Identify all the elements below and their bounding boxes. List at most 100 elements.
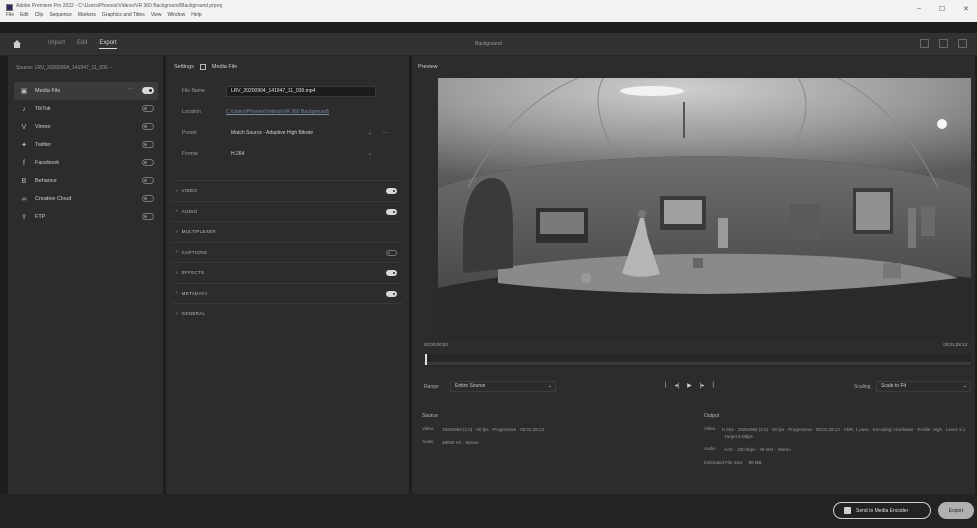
chevron-down-icon: ⌄ bbox=[367, 129, 372, 136]
scaling-dropdown[interactable]: Scale to Fit ⌄ bbox=[876, 381, 971, 392]
section-toggle[interactable] bbox=[386, 270, 397, 276]
menu-bar: File Edit Clip Sequence Markers Graphics… bbox=[6, 12, 202, 18]
maximize-button[interactable]: ☐ bbox=[939, 5, 945, 13]
chevron-right-icon[interactable]: › bbox=[176, 188, 178, 194]
destination-facebook[interactable]: f Facebook bbox=[14, 154, 158, 172]
send-to-media-encoder-button[interactable]: Send to Media Encoder bbox=[833, 502, 931, 519]
file-name-row: File Name LRV_20200904_141947_11_036.mp4 bbox=[182, 85, 376, 97]
preview-panel: Preview 00;00;00;00 00;01;28;13 Range En… bbox=[412, 56, 975, 494]
section-general[interactable]: › GENERAL bbox=[172, 303, 403, 324]
destination-media-file[interactable]: ▣ Media File ··· bbox=[14, 82, 158, 100]
section-label: CAPTIONS bbox=[181, 249, 208, 255]
preset-more-button[interactable]: ··· bbox=[382, 130, 388, 136]
destination-toggle[interactable] bbox=[142, 213, 154, 220]
preview-title: Preview bbox=[418, 64, 438, 70]
destination-toggle[interactable] bbox=[142, 141, 154, 148]
menu-help[interactable]: Help bbox=[191, 12, 201, 18]
mark-out-icon[interactable]: | bbox=[712, 382, 714, 389]
premiere-app-icon bbox=[6, 4, 13, 11]
destination-toggle[interactable] bbox=[142, 123, 154, 130]
preset-dropdown[interactable]: Match Source - Adaptive High Bitrate ⌄ bbox=[226, 127, 376, 139]
section-label: AUDIO bbox=[181, 208, 198, 214]
twitter-icon: ✦ bbox=[21, 142, 27, 149]
source-label[interactable]: Source: LRV_20200904_141947_11_036 ··· bbox=[16, 65, 114, 71]
export-button[interactable]: Export bbox=[938, 502, 974, 519]
destination-toggle[interactable] bbox=[142, 105, 154, 112]
settings-header: Settings Media File bbox=[174, 64, 237, 70]
file-name-input[interactable]: LRV_20200904_141947_11_036.mp4 bbox=[226, 85, 376, 97]
step-forward-icon[interactable]: |▸ bbox=[700, 382, 705, 389]
creative-cloud-icon: ∞ bbox=[21, 195, 27, 203]
menu-view[interactable]: View bbox=[151, 12, 162, 18]
menu-file[interactable]: File bbox=[6, 12, 14, 18]
section-multiplexer[interactable]: › MULTIPLEXER bbox=[172, 221, 403, 242]
chevron-right-icon[interactable]: › bbox=[176, 311, 178, 317]
section-captions[interactable]: › CAPTIONS bbox=[172, 241, 403, 263]
header-right-icons bbox=[920, 39, 967, 48]
section-video[interactable]: › VIDEO bbox=[172, 180, 403, 201]
output-info-title: Output bbox=[704, 413, 720, 419]
location-label: Location bbox=[182, 109, 201, 115]
destination-toggle[interactable] bbox=[142, 159, 154, 166]
section-toggle[interactable] bbox=[386, 249, 397, 256]
destination-toggle[interactable] bbox=[142, 177, 154, 184]
destination-label: Behance bbox=[35, 178, 57, 184]
close-button[interactable]: ✕ bbox=[963, 5, 969, 13]
chevron-right-icon[interactable]: › bbox=[176, 290, 178, 296]
section-audio[interactable]: › AUDIO bbox=[172, 200, 403, 222]
destination-creative-cloud[interactable]: ∞ Creative Cloud bbox=[14, 190, 158, 208]
destinations-panel: Source: LRV_20200904_141947_11_036 ··· ▣… bbox=[8, 56, 163, 494]
section-toggle[interactable] bbox=[386, 290, 397, 297]
menu-markers[interactable]: Markers bbox=[78, 12, 96, 18]
fullscreen-icon[interactable] bbox=[920, 39, 929, 48]
timeline-track[interactable] bbox=[424, 362, 971, 365]
destination-toggle[interactable] bbox=[142, 87, 154, 94]
window-controls: – ☐ ✕ bbox=[917, 5, 969, 13]
output-audio-value: AAC · 320 kbps · 48 kHz · Stereo bbox=[724, 447, 791, 452]
mark-in-icon[interactable]: | bbox=[665, 382, 667, 389]
menu-graphics[interactable]: Graphics and Titles bbox=[102, 12, 145, 18]
source-audio-line: Audio 48000 Hz · Stereo bbox=[422, 439, 662, 446]
scaling-label: Scaling bbox=[854, 384, 871, 390]
destination-ftp[interactable]: ⇪ FTP bbox=[14, 208, 158, 226]
preview-controls: Range Entire Source ⌄ | ◂| ▶ |▸ | Scalin… bbox=[420, 381, 971, 393]
range-dropdown[interactable]: Entire Source ⌄ bbox=[450, 381, 556, 392]
playhead[interactable] bbox=[425, 354, 427, 365]
menu-edit[interactable]: Edit bbox=[20, 12, 29, 18]
source-audio-value: 48000 Hz · Stereo bbox=[442, 440, 479, 445]
minimize-button[interactable]: – bbox=[917, 5, 921, 13]
destinations-list: ▣ Media File ··· ♪ TikTok V Vimeo ✦ Twitter f Face… bbox=[14, 82, 158, 226]
destination-twitter[interactable]: ✦ Twitter bbox=[14, 136, 158, 154]
format-dropdown[interactable]: H.264 ⌄ bbox=[226, 148, 376, 160]
destination-behance[interactable]: B Behance bbox=[14, 172, 158, 190]
section-effects[interactable]: › EFFECTS bbox=[172, 262, 403, 283]
chevron-right-icon[interactable]: › bbox=[176, 249, 178, 255]
section-toggle[interactable] bbox=[386, 188, 397, 194]
chevron-right-icon[interactable]: › bbox=[176, 270, 178, 276]
menu-clip[interactable]: Clip bbox=[35, 12, 44, 18]
destination-vimeo[interactable]: V Vimeo bbox=[14, 118, 158, 136]
section-label: METADATA bbox=[181, 290, 208, 296]
play-icon[interactable]: ▶ bbox=[687, 382, 692, 389]
destination-tiktok[interactable]: ♪ TikTok bbox=[14, 100, 158, 118]
quick-export-icon[interactable] bbox=[958, 39, 967, 48]
step-back-icon[interactable]: ◂| bbox=[675, 382, 680, 389]
section-toggle[interactable] bbox=[386, 208, 397, 215]
timeline-scrubber[interactable] bbox=[424, 354, 971, 367]
format-label: Format bbox=[182, 151, 198, 157]
chevron-right-icon[interactable]: › bbox=[176, 229, 178, 235]
chevron-right-icon[interactable]: › bbox=[176, 208, 178, 214]
source-info: Source Video 1920x960 (2.0) · 30 fps · P… bbox=[422, 413, 662, 452]
chevron-down-icon: ⌄ bbox=[367, 150, 372, 157]
menu-sequence[interactable]: Sequence bbox=[49, 12, 72, 18]
menu-window[interactable]: Window bbox=[167, 12, 185, 18]
media-file-icon bbox=[199, 64, 206, 70]
section-metadata[interactable]: › METADATA bbox=[172, 282, 403, 304]
destination-more-button[interactable]: ··· bbox=[128, 86, 134, 92]
location-link[interactable]: C:\Users\Phoenix\Videos\VR 360 Backgroun… bbox=[226, 109, 329, 115]
destination-label: FTP bbox=[35, 214, 46, 220]
destination-toggle[interactable] bbox=[142, 195, 154, 202]
output-size-value: 90 MB bbox=[748, 460, 762, 465]
timecode-end: 00;01;28;13 bbox=[943, 342, 967, 347]
progress-icon[interactable] bbox=[939, 39, 948, 48]
